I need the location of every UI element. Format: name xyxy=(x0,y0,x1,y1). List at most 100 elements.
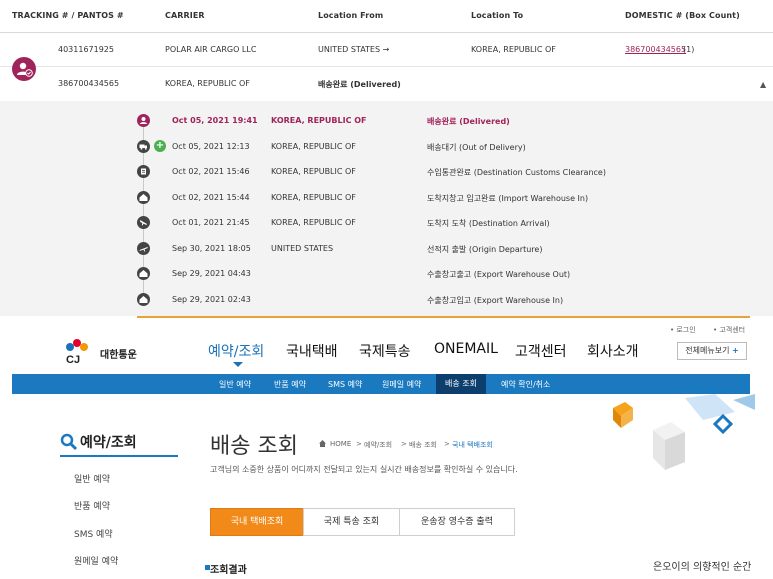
plane-departure-icon xyxy=(137,242,150,255)
timeline-event: Sep 30, 2021 18:05 UNITED STATES 선적지 출발 … xyxy=(0,242,773,267)
logo-mark: CJ xyxy=(66,354,80,366)
warehouse-icon xyxy=(137,267,150,280)
breadcrumb-sep: > xyxy=(444,440,450,448)
plus-icon: + xyxy=(732,346,739,355)
breadcrumb-reservation[interactable]: 예약/조회 xyxy=(364,440,392,450)
gnb-reservation[interactable]: 예약/조회 xyxy=(208,341,264,361)
event-status: 배송완료 (Delivered) xyxy=(427,117,510,126)
breadcrumb-sep: > xyxy=(401,440,407,448)
gnb-customer-center[interactable]: 고객센터 xyxy=(515,341,567,361)
timeline-event: Sep 29, 2021 04:43 수출창고출고 (Export Wareho… xyxy=(0,267,773,292)
event-status: 수출창고출고 (Export Warehouse Out) xyxy=(427,270,571,279)
timeline-event: Sep 29, 2021 02:43 수출창고입고 (Export Wareho… xyxy=(0,293,773,318)
event-status: 수출창고입고 (Export Warehouse In) xyxy=(427,296,564,305)
timeline-event: Oct 01, 2021 21:45 KOREA, REPUBLIC OF 도착… xyxy=(0,216,773,241)
event-status: 배송대기 (Out of Delivery) xyxy=(427,143,526,152)
home-icon xyxy=(319,440,326,447)
gnb-company[interactable]: 회사소개 xyxy=(587,341,639,361)
event-date: Oct 05, 2021 19:41 xyxy=(172,116,258,125)
expand-plus-icon[interactable]: + xyxy=(154,140,166,152)
subnav-onemail[interactable]: 원메일 예약 xyxy=(382,379,421,390)
tab-receipt-print[interactable]: 운송장 영수증 출력 xyxy=(399,508,515,536)
event-date: Sep 30, 2021 18:05 xyxy=(172,244,251,253)
top-accent-line xyxy=(137,316,750,318)
event-status: 도착지 도착 (Destination Arrival) xyxy=(427,219,550,228)
page-title: 배송 조회 xyxy=(210,434,298,459)
event-date: Oct 02, 2021 15:46 xyxy=(172,167,250,176)
domestic-number-link[interactable]: 386700434565 xyxy=(625,45,686,54)
location-to: KOREA, REPUBLIC OF xyxy=(471,45,556,54)
lnb-title: 예약/조회 xyxy=(80,432,137,452)
tab-domestic[interactable]: 국내 택배조회 xyxy=(210,508,304,536)
lnb-onemail[interactable]: 원메일 예약 xyxy=(74,554,118,567)
tracking-row-domestic: 386700434565 KOREA, REPUBLIC OF 배송완료 (De… xyxy=(0,67,773,100)
event-location: KOREA, REPUBLIC OF xyxy=(271,193,356,202)
active-caret-icon xyxy=(233,362,243,367)
overlay-caption: 은오이의 의향적인 순간 xyxy=(653,562,752,573)
event-status: 선적지 출발 (Origin Departure) xyxy=(427,245,543,254)
lnb-general[interactable]: 일반 예약 xyxy=(74,472,110,485)
gnb-international[interactable]: 국제특송 xyxy=(359,341,411,361)
timeline-event: Oct 02, 2021 15:44 KOREA, REPUBLIC OF 도착… xyxy=(0,191,773,216)
tab-international[interactable]: 국제 특송 조회 xyxy=(303,508,400,536)
page-description: 고객님의 소중한 상품이 어디까지 전달되고 있는지 실시간 배송정보를 확인하… xyxy=(210,465,518,474)
customs-icon xyxy=(137,165,150,178)
search-icon xyxy=(60,433,78,451)
timeline-event: Oct 02, 2021 15:46 KOREA, REPUBLIC OF 수입… xyxy=(0,165,773,190)
delivery-status: 배송완료 (Delivered) xyxy=(318,80,401,89)
all-menu-label: 전체메뉴보기 xyxy=(685,346,730,355)
event-status: 도착지창고 입고완료 (Import Warehouse In) xyxy=(427,194,589,203)
subnav-confirm-cancel[interactable]: 예약 확인/취소 xyxy=(501,379,550,390)
col-tracking: TRACKING # / PANTOS # xyxy=(12,11,124,20)
tracking-row-international: 40311671925 POLAR AIR CARGO LLC UNITED S… xyxy=(0,33,773,67)
col-domestic: DOMESTIC # (Box Count) xyxy=(625,11,740,20)
sub-navigation: 일반 예약 반품 예약 SMS 예약 원메일 예약 배송 조회 예약 확인/취소 xyxy=(12,374,750,394)
decorative-cubes-graphic xyxy=(613,394,755,470)
subnav-tracking[interactable]: 배송 조회 xyxy=(436,374,486,394)
carrier-name: POLAR AIR CARGO LLC xyxy=(165,45,257,54)
warehouse-icon xyxy=(137,293,150,306)
logo-text: 대한통운 xyxy=(100,350,137,361)
truck-icon xyxy=(137,140,150,153)
event-date: Oct 01, 2021 21:45 xyxy=(172,218,250,227)
breadcrumb-sep: > xyxy=(356,440,362,448)
lnb-return[interactable]: 반품 예약 xyxy=(74,499,110,512)
cj-logo-icon[interactable]: CJ xyxy=(62,336,92,366)
timeline-event: + Oct 05, 2021 12:13 KOREA, REPUBLIC OF … xyxy=(0,140,773,165)
breadcrumb-home[interactable]: HOME xyxy=(330,440,351,448)
event-location: KOREA, REPUBLIC OF xyxy=(271,218,356,227)
col-carrier: CARRIER xyxy=(165,11,205,20)
gnb-domestic[interactable]: 국내택배 xyxy=(286,341,338,361)
col-to: Location To xyxy=(471,11,524,20)
all-menu-button[interactable]: 전체메뉴보기 + xyxy=(677,342,747,360)
timeline-event: Oct 05, 2021 19:41 KOREA, REPUBLIC OF 배송… xyxy=(0,114,773,139)
subnav-sms[interactable]: SMS 예약 xyxy=(328,379,362,390)
col-from: Location From xyxy=(318,11,384,20)
lnb-sms[interactable]: SMS 예약 xyxy=(74,527,113,540)
tracking-table-header: TRACKING # / PANTOS # CARRIER Location F… xyxy=(0,0,773,33)
breadcrumb-current: 국내 택배조회 xyxy=(452,441,493,449)
warehouse-icon xyxy=(137,191,150,204)
event-location: UNITED STATES xyxy=(271,244,334,253)
subnav-return[interactable]: 반품 예약 xyxy=(274,379,306,390)
result-title: 조회결과 xyxy=(210,565,247,576)
lnb-divider xyxy=(60,455,178,457)
box-count: (1) xyxy=(683,45,695,54)
subnav-general[interactable]: 일반 예약 xyxy=(219,379,251,390)
delivered-icon xyxy=(137,114,150,127)
event-location: KOREA, REPUBLIC OF xyxy=(271,142,356,151)
customer-center-link[interactable]: • 고객센터 xyxy=(713,325,745,335)
event-date: Oct 02, 2021 15:44 xyxy=(172,193,250,202)
event-status: 수입통관완료 (Destination Customs Clearance) xyxy=(427,168,606,177)
plane-arrival-icon xyxy=(137,216,150,229)
collapse-toggle-icon[interactable]: ▲ xyxy=(760,80,766,89)
tracking-number: 386700434565 xyxy=(58,79,120,88)
event-date: Sep 29, 2021 02:43 xyxy=(172,295,251,304)
gnb-onemail[interactable]: ONEMAIL xyxy=(434,341,498,357)
event-location: KOREA, REPUBLIC OF xyxy=(271,167,356,176)
event-location: KOREA, REPUBLIC OF xyxy=(271,116,367,125)
lnb-title-text: 예약/조회 xyxy=(80,435,137,451)
breadcrumb-tracking[interactable]: 배송 조회 xyxy=(409,440,437,450)
event-date: Sep 29, 2021 04:43 xyxy=(172,269,251,278)
login-link[interactable]: • 로그인 xyxy=(670,325,696,335)
